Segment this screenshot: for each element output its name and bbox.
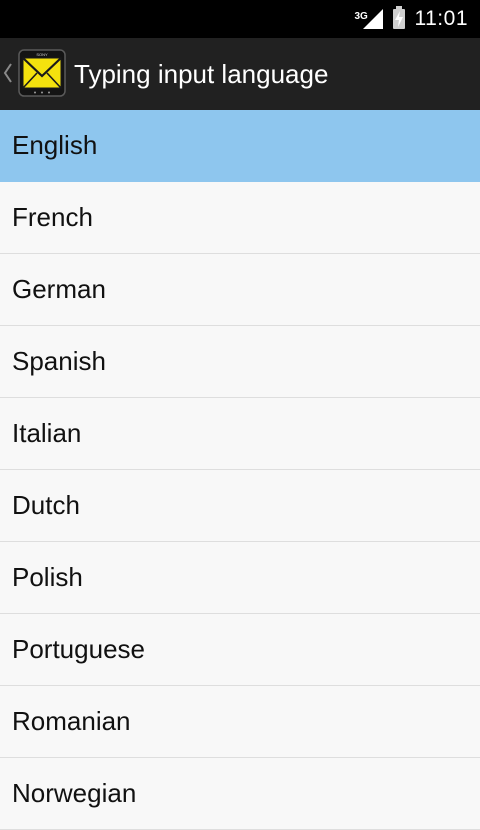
language-label: Portuguese (12, 634, 145, 664)
language-label: French (12, 202, 93, 232)
status-icons: 3G 11:01 (355, 0, 469, 38)
status-clock: 11:01 (414, 7, 468, 30)
signal-indicator: 3G (355, 6, 383, 32)
language-list: English French German Spanish Italian Du… (0, 110, 480, 830)
language-item-dutch[interactable]: Dutch (0, 470, 480, 542)
language-item-french[interactable]: French (0, 182, 480, 254)
language-item-romanian[interactable]: Romanian (0, 686, 480, 758)
language-item-italian[interactable]: Italian (0, 398, 480, 470)
language-label: Dutch (12, 490, 80, 520)
language-item-polish[interactable]: Polish (0, 542, 480, 614)
language-item-spanish[interactable]: Spanish (0, 326, 480, 398)
up-caret-icon[interactable] (3, 62, 13, 84)
status-bar: 3G 11:01 (0, 0, 480, 38)
signal-icon (362, 9, 383, 29)
charging-bolt-icon (394, 11, 403, 27)
language-item-portuguese[interactable]: Portuguese (0, 614, 480, 686)
language-item-norwegian[interactable]: Norwegian (0, 758, 480, 830)
svg-text:SONY: SONY (36, 52, 48, 57)
language-item-german[interactable]: German (0, 254, 480, 326)
language-label: Italian (12, 418, 82, 448)
action-bar: SONY Typing input language (0, 38, 480, 110)
language-label: English (12, 130, 98, 160)
language-label: German (12, 274, 106, 304)
language-label: Spanish (12, 346, 106, 376)
language-label: Polish (12, 562, 83, 592)
language-item-english[interactable]: English (0, 110, 480, 182)
language-label: Romanian (12, 706, 131, 736)
sony-envelope-app-icon[interactable]: SONY (18, 49, 66, 97)
language-label: Norwegian (12, 778, 137, 808)
battery-charging-icon (392, 6, 405, 29)
page-title: Typing input language (74, 59, 329, 89)
